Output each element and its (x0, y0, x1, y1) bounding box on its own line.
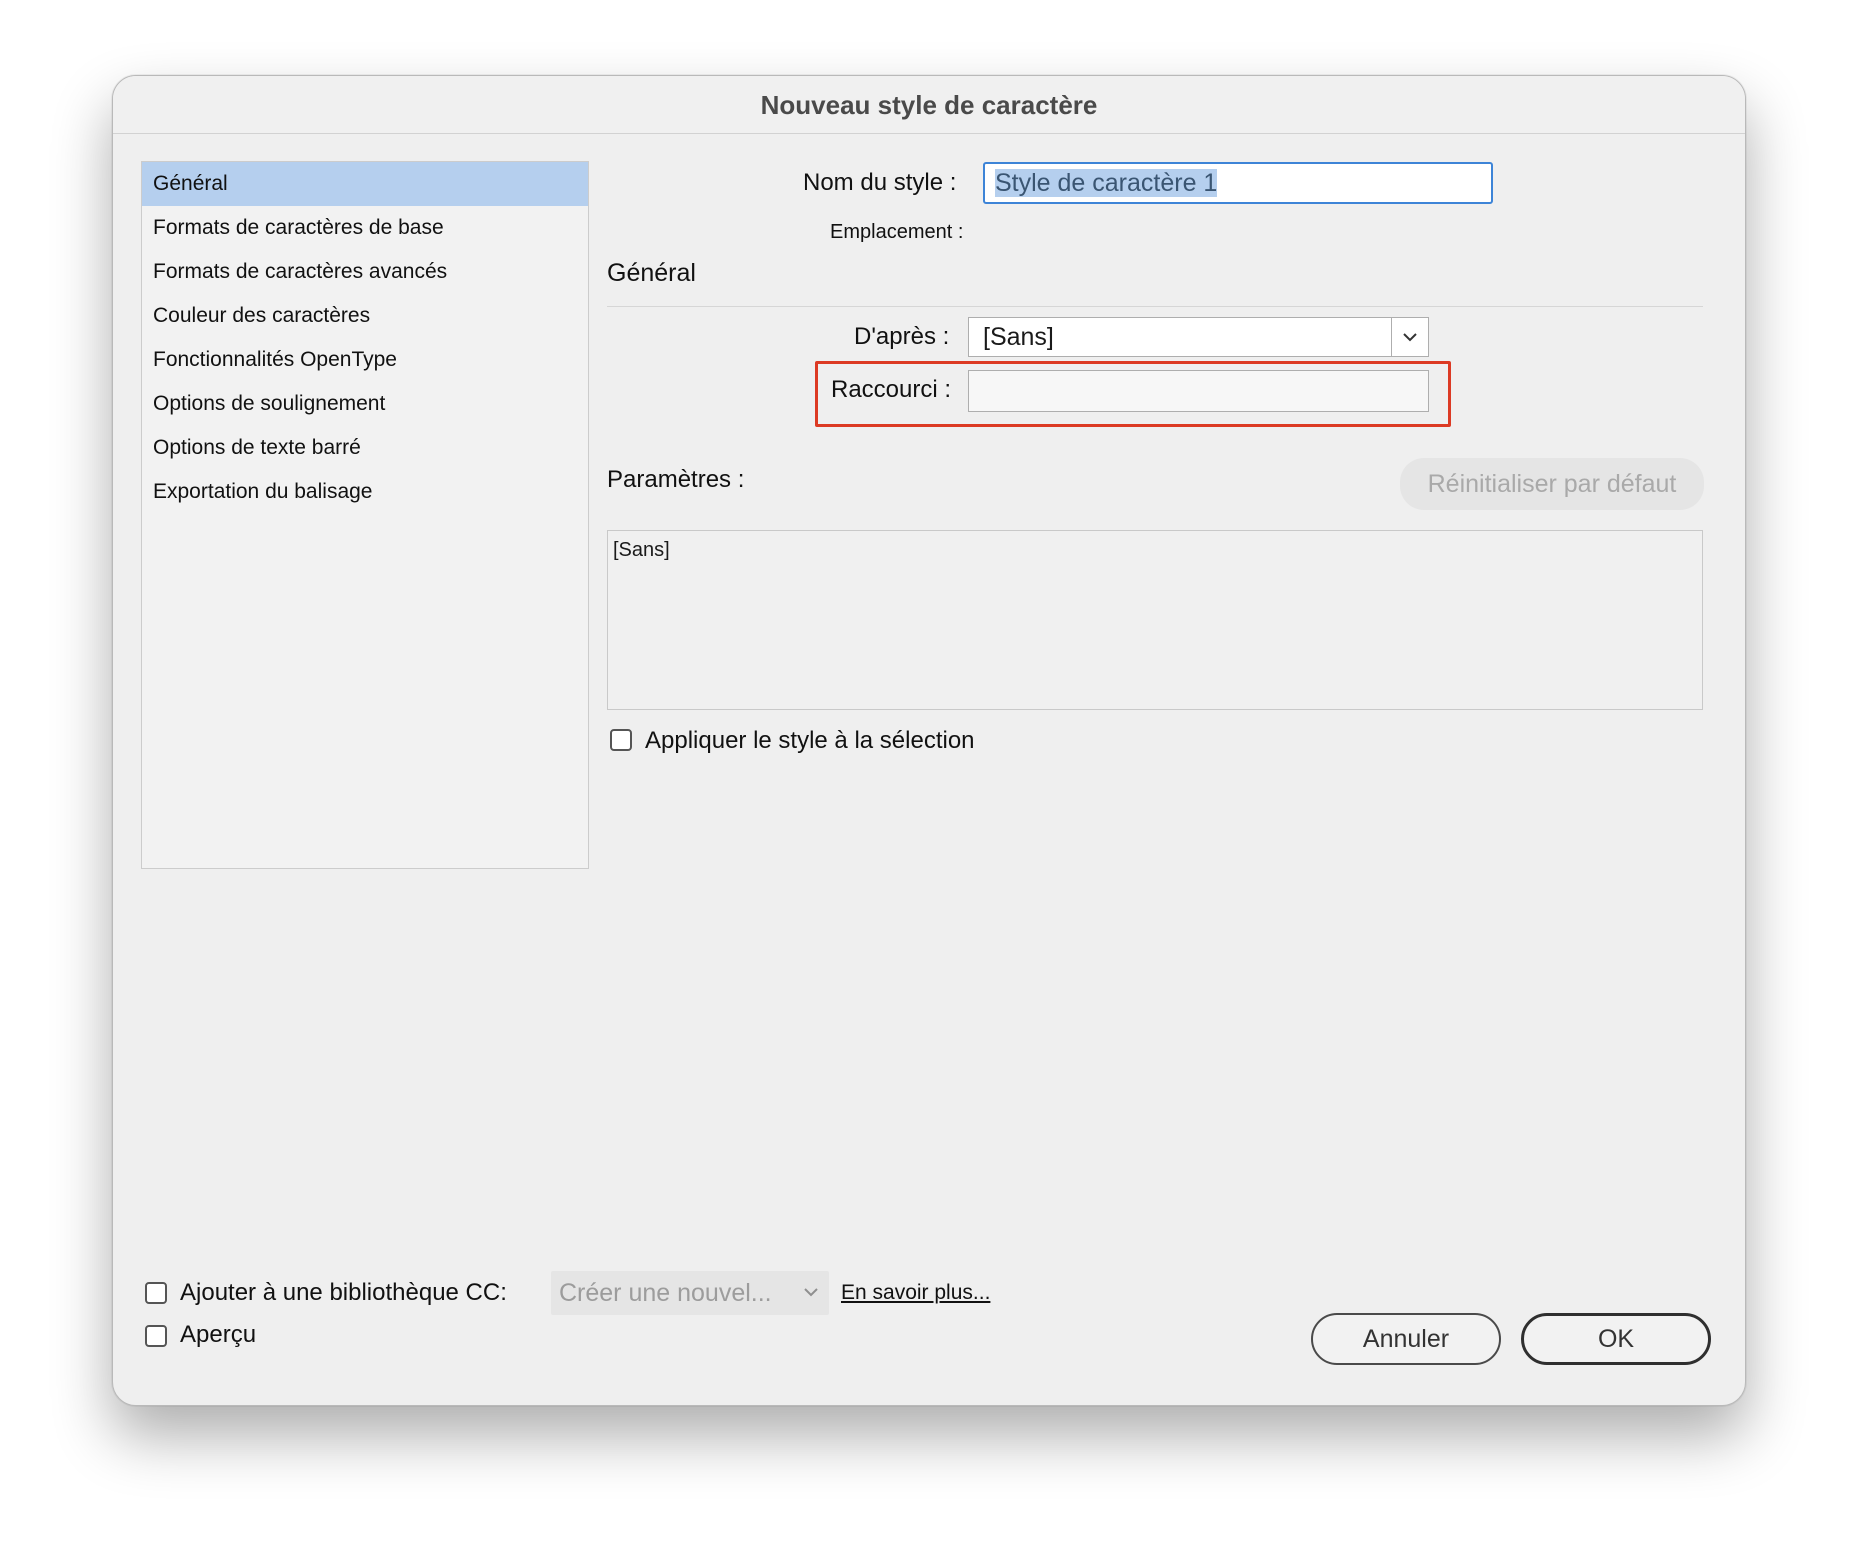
settings-label: Paramètres : (607, 466, 745, 493)
learn-more-link[interactable]: En savoir plus... (841, 1281, 990, 1305)
reset-defaults-button[interactable]: Réinitialiser par défaut (1400, 458, 1704, 510)
preview-checkbox[interactable] (145, 1325, 167, 1347)
section-title: Général (607, 259, 696, 287)
category-list: Général Formats de caractères de base Fo… (141, 161, 589, 869)
settings-summary-text: [Sans] (613, 539, 670, 561)
based-on-value: [Sans] (983, 323, 1054, 351)
preview-label: Aperçu (180, 1321, 257, 1348)
apply-style-checkbox[interactable] (610, 729, 632, 751)
sidebar-item-export-tagging[interactable]: Exportation du balisage (142, 470, 588, 514)
dropdown-separator (1391, 318, 1392, 356)
style-name-input[interactable]: Style de caractère 1 (983, 162, 1493, 204)
dialog-window: Nouveau style de caractère Général Forma… (112, 75, 1746, 1406)
shortcut-label: Raccourci : (831, 376, 952, 403)
style-name-value: Style de caractère 1 (995, 169, 1218, 197)
sidebar-item-advanced-formats[interactable]: Formats de caractères avancés (142, 250, 588, 294)
sidebar-item-character-color[interactable]: Couleur des caractères (142, 294, 588, 338)
section-divider (607, 306, 1703, 307)
sidebar-item-underline[interactable]: Options de soulignement (142, 382, 588, 426)
shortcut-input[interactable] (968, 370, 1429, 412)
sidebar-item-strikethrough[interactable]: Options de texte barré (142, 426, 588, 470)
sidebar-item-opentype[interactable]: Fonctionnalités OpenType (142, 338, 588, 382)
cc-library-value: Créer une nouvel... (559, 1279, 772, 1307)
chevron-down-icon (804, 1288, 818, 1297)
dialog-title: Nouveau style de caractère (113, 76, 1745, 134)
cancel-button[interactable]: Annuler (1311, 1313, 1501, 1365)
cc-library-select[interactable]: Créer une nouvel... (551, 1271, 829, 1315)
style-name-label: Nom du style : (803, 169, 957, 196)
ok-button[interactable]: OK (1521, 1313, 1711, 1365)
based-on-label: D'après : (854, 323, 950, 350)
add-cc-label: Ajouter à une bibliothèque CC: (180, 1279, 507, 1306)
location-label: Emplacement : (830, 221, 964, 243)
add-cc-checkbox[interactable] (145, 1282, 167, 1304)
sidebar-item-basic-formats[interactable]: Formats de caractères de base (142, 206, 588, 250)
apply-style-label: Appliquer le style à la sélection (645, 727, 975, 754)
settings-summary-box: [Sans] (607, 530, 1703, 710)
chevron-down-icon (1403, 333, 1417, 342)
based-on-dropdown[interactable]: [Sans] (968, 317, 1429, 357)
sidebar-item-general[interactable]: Général (142, 162, 588, 206)
